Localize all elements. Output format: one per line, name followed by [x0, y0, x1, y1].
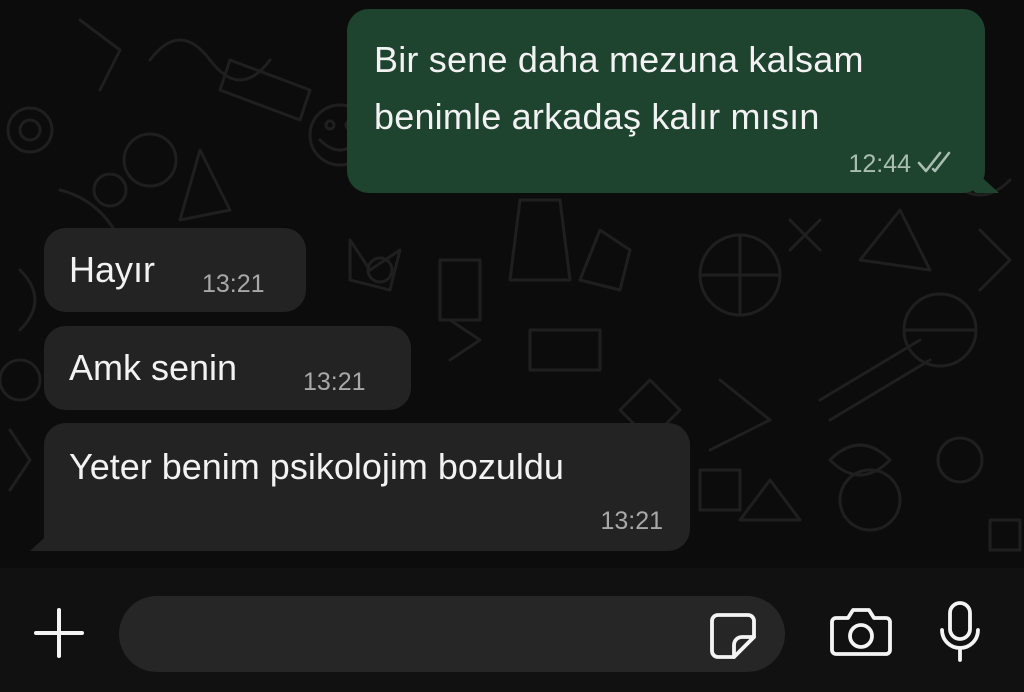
sticker-icon — [710, 613, 756, 659]
incoming-message-bubble[interactable]: Amk senin 13:21 — [44, 326, 411, 410]
sticker-button[interactable] — [708, 611, 758, 661]
message-input[interactable] — [147, 596, 691, 674]
message-text: Hayır — [69, 249, 156, 290]
attach-button[interactable] — [30, 604, 88, 662]
message-time: 12:44 — [848, 150, 911, 178]
voice-message-button[interactable] — [938, 600, 982, 664]
message-text: Yeter benim psikolojim bozuldu — [69, 446, 564, 487]
camera-icon — [830, 608, 892, 656]
double-check-icon — [917, 151, 951, 173]
incoming-message-bubble[interactable]: Yeter benim psikolojim bozuldu 13:21 — [30, 423, 690, 551]
outgoing-message-bubble[interactable]: Bir sene daha mezuna kalsam benimle arka… — [347, 9, 999, 193]
message-text: Bir sene daha mezuna kalsam benimle arka… — [374, 39, 864, 137]
message-time: 13:21 — [202, 270, 265, 298]
incoming-message-bubble[interactable]: Hayır 13:21 — [44, 228, 306, 312]
message-time: 13:21 — [303, 368, 366, 396]
plus-icon — [34, 608, 84, 658]
message-input-container — [119, 596, 785, 674]
message-time: 13:21 — [600, 507, 663, 535]
microphone-icon — [940, 601, 980, 662]
camera-button[interactable] — [830, 604, 892, 660]
message-text: Amk senin — [69, 347, 238, 388]
